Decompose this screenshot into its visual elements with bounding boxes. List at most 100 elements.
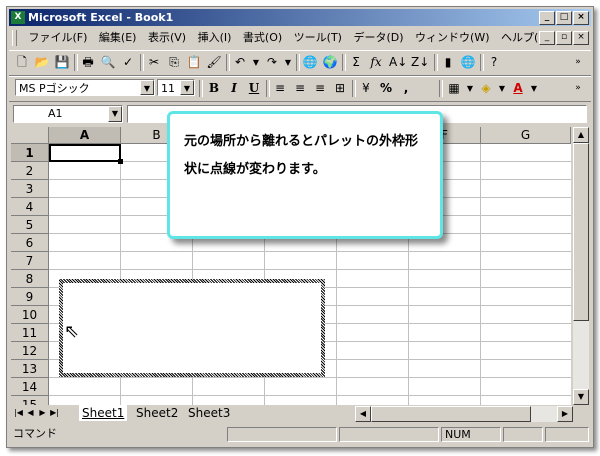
align-left-icon[interactable]: ≡	[271, 80, 289, 97]
row-header[interactable]: 9	[11, 288, 49, 306]
next-sheet-icon[interactable]: ▶	[37, 406, 48, 420]
horizontal-scroll-thumb[interactable]	[371, 406, 531, 422]
row-header[interactable]: 11	[11, 324, 49, 342]
menu-window[interactable]: ウィンドウ(W)	[411, 28, 493, 48]
office-assistant-icon[interactable]: ?	[485, 54, 503, 71]
chart-wizard-icon[interactable]: ▮	[439, 54, 457, 71]
paste-icon[interactable]: 📋	[185, 54, 203, 71]
chevron-down-icon[interactable]: ▼	[108, 106, 122, 122]
print-preview-icon[interactable]: 🔍	[99, 54, 117, 71]
scroll-down-icon[interactable]: ▼	[573, 389, 589, 405]
open-icon[interactable]: 📂	[33, 54, 51, 71]
bold-button[interactable]: B	[205, 80, 223, 97]
menu-format[interactable]: 書式(O)	[239, 28, 286, 48]
new-icon[interactable]: 🗋	[13, 54, 31, 71]
fill-handle[interactable]	[118, 159, 123, 164]
doc-restore-button[interactable]: ▫	[556, 31, 572, 45]
web-toolbar-icon[interactable]: 🌍	[321, 54, 339, 71]
prev-sheet-icon[interactable]: ◀	[25, 406, 36, 420]
italic-button[interactable]: I	[225, 80, 243, 97]
row-header[interactable]: 1	[11, 144, 49, 162]
horizontal-scrollbar[interactable]: ◀ ▶	[355, 406, 573, 422]
minimize-button[interactable]: _	[539, 11, 555, 25]
last-sheet-icon[interactable]: ▶|	[49, 406, 60, 420]
row-header[interactable]: 7	[11, 252, 49, 270]
active-cell-a1[interactable]	[49, 144, 121, 162]
menu-view[interactable]: 表示(V)	[144, 28, 190, 48]
currency-icon[interactable]: ¥	[357, 80, 375, 97]
row-header[interactable]: 3	[11, 180, 49, 198]
borders-icon[interactable]: ▦	[445, 80, 463, 97]
align-right-icon[interactable]: ≡	[311, 80, 329, 97]
row-header[interactable]: 4	[11, 198, 49, 216]
toolbar-overflow-icon[interactable]: »	[569, 54, 587, 71]
row-header[interactable]: 6	[11, 234, 49, 252]
percent-button[interactable]: %	[377, 80, 395, 97]
sort-descending-icon[interactable]: Z↓	[411, 54, 429, 71]
spelling-icon[interactable]: ✓	[119, 54, 137, 71]
tab-sheet2[interactable]: Sheet2	[133, 405, 181, 421]
separator	[434, 54, 438, 71]
print-icon[interactable]: 🖶	[79, 54, 97, 71]
tab-sheet3[interactable]: Sheet3	[185, 405, 233, 421]
scroll-right-icon[interactable]: ▶	[557, 406, 573, 422]
undo-dropdown-icon[interactable]: ▼	[251, 54, 261, 71]
menu-data[interactable]: データ(D)	[349, 28, 407, 48]
font-name-select[interactable]: MS Pゴシック ▼	[15, 79, 155, 96]
maximize-button[interactable]: □	[556, 11, 572, 25]
excel-window: X Microsoft Excel - Book1 _ □ × ファイル(F) 編集(…	[6, 6, 594, 448]
map-icon[interactable]: 🌐	[459, 54, 477, 71]
vertical-scroll-thumb[interactable]	[573, 143, 589, 321]
undo-icon[interactable]: ↶	[231, 54, 249, 71]
name-box[interactable]: A1 ▼	[13, 105, 123, 123]
autosum-icon[interactable]: Σ	[347, 54, 365, 71]
function-icon[interactable]: fx	[367, 54, 385, 71]
format-painter-icon[interactable]: 🖌	[205, 54, 223, 71]
borders-dropdown-icon[interactable]: ▼	[465, 80, 475, 97]
font-color-dropdown-icon[interactable]: ▼	[529, 80, 539, 97]
font-color-icon[interactable]: A	[509, 80, 527, 97]
fill-color-icon[interactable]: ◈	[477, 80, 495, 97]
first-sheet-icon[interactable]: |◀	[13, 406, 24, 420]
underline-button[interactable]: U	[245, 80, 263, 97]
row-header[interactable]: 8	[11, 270, 49, 288]
row-header[interactable]: 10	[11, 306, 49, 324]
column-header-a[interactable]: A	[49, 127, 121, 144]
scroll-up-icon[interactable]: ▲	[573, 127, 589, 143]
row-header[interactable]: 2	[11, 162, 49, 180]
fill-dropdown-icon[interactable]: ▼	[497, 80, 507, 97]
scroll-left-icon[interactable]: ◀	[355, 406, 371, 422]
redo-dropdown-icon[interactable]: ▼	[283, 54, 293, 71]
chevron-down-icon[interactable]: ▼	[140, 80, 154, 95]
align-center-icon[interactable]: ≡	[291, 80, 309, 97]
chevron-down-icon[interactable]: ▼	[180, 80, 194, 95]
row-header[interactable]: 5	[11, 216, 49, 234]
row-header[interactable]: 15	[11, 396, 49, 405]
select-all-corner[interactable]	[11, 127, 49, 144]
vertical-scrollbar[interactable]: ▲ ▼	[573, 127, 589, 405]
comma-button[interactable]: ,	[397, 80, 415, 97]
menu-tools[interactable]: ツール(T)	[290, 28, 346, 48]
separator	[266, 80, 270, 97]
row-header[interactable]: 12	[11, 342, 49, 360]
toolbar-overflow-icon[interactable]: »	[569, 80, 587, 97]
copy-icon[interactable]: ⎘	[165, 54, 183, 71]
redo-icon[interactable]: ↷	[263, 54, 281, 71]
column-header-g[interactable]: G	[481, 127, 571, 144]
cut-icon[interactable]: ✂	[145, 54, 163, 71]
sort-ascending-icon[interactable]: A↓	[389, 54, 407, 71]
font-size-select[interactable]: 11 ▼	[157, 79, 195, 96]
menu-file[interactable]: ファイル(F)	[25, 28, 92, 48]
close-button[interactable]: ×	[573, 11, 589, 25]
save-icon[interactable]: 💾	[53, 54, 71, 71]
menu-edit[interactable]: 編集(E)	[95, 28, 141, 48]
hyperlink-icon[interactable]: 🌐	[301, 54, 319, 71]
menu-insert[interactable]: 挿入(I)	[194, 28, 236, 48]
separator	[296, 54, 300, 71]
merge-center-icon[interactable]: ⊞	[331, 80, 349, 97]
doc-close-button[interactable]: ×	[573, 31, 589, 45]
tab-sheet1[interactable]: Sheet1	[79, 405, 128, 421]
row-header[interactable]: 14	[11, 378, 49, 396]
doc-minimize-button[interactable]: _	[539, 31, 555, 45]
row-header[interactable]: 13	[11, 360, 49, 378]
